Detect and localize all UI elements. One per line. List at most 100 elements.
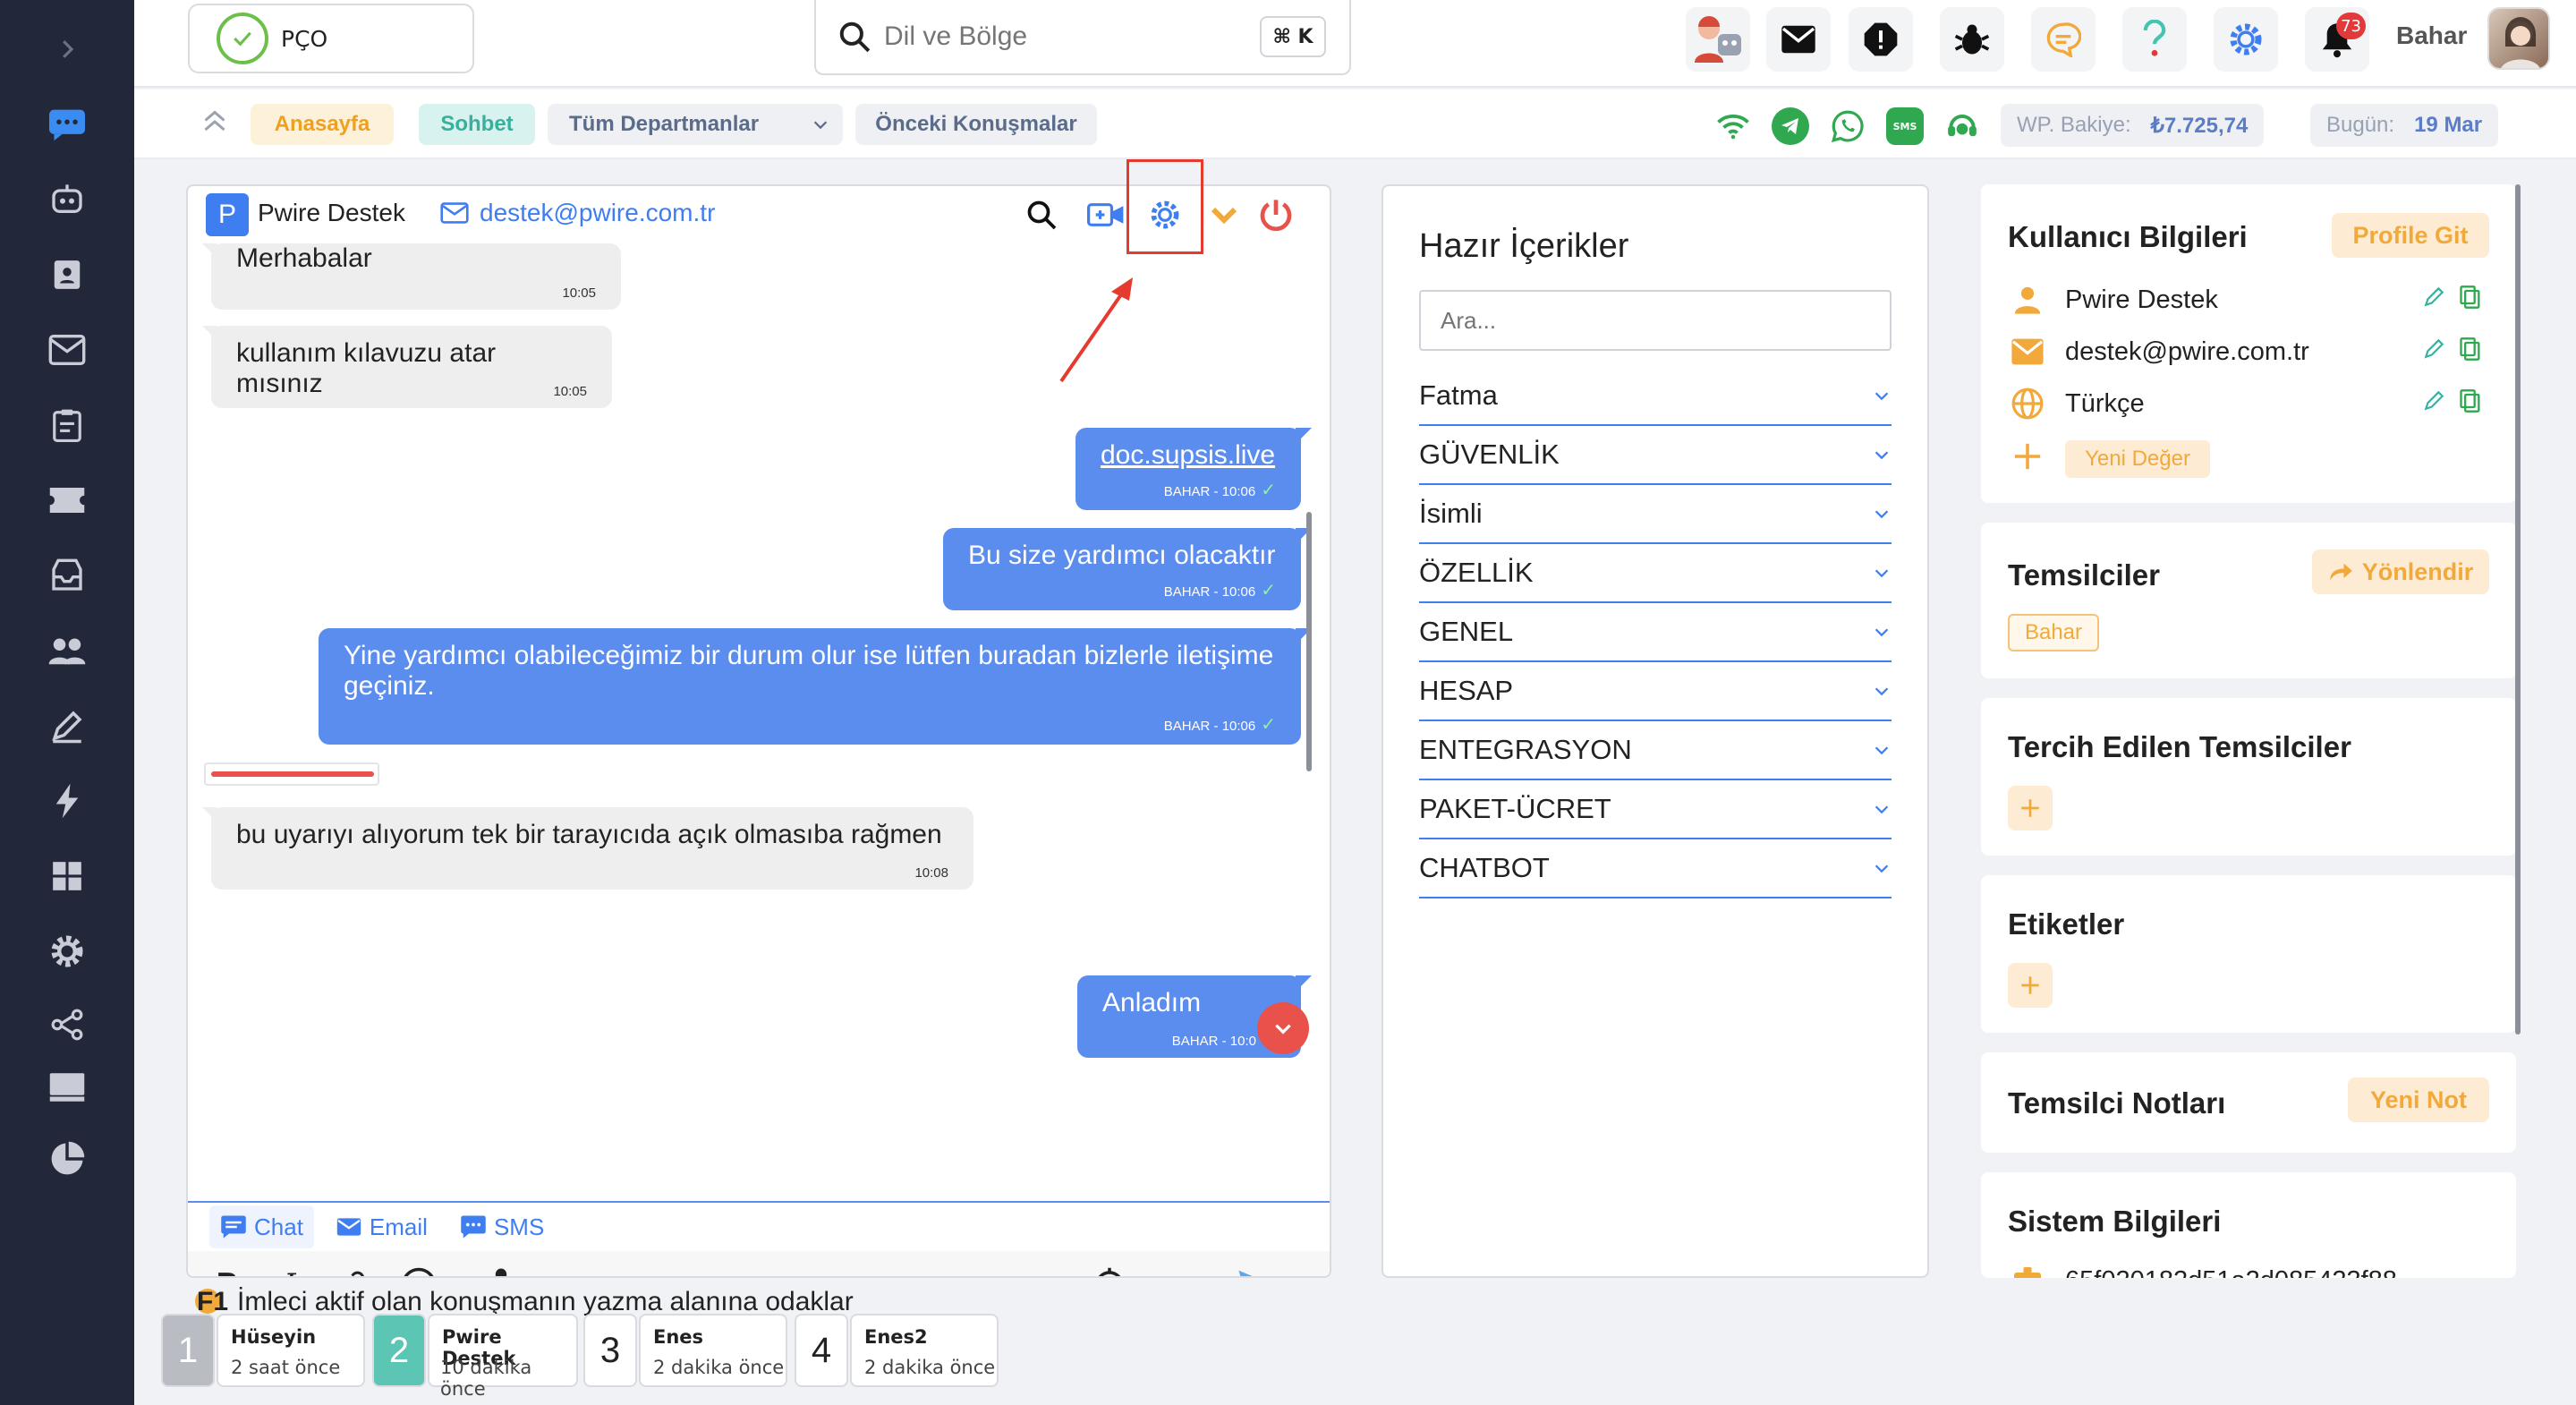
support-agent-icon[interactable] — [1943, 107, 1981, 145]
tab-chat[interactable]: Chat — [209, 1205, 314, 1248]
ticket-icon[interactable] — [45, 478, 89, 523]
link-icon[interactable] — [329, 1264, 372, 1276]
location-icon[interactable] — [1088, 1264, 1131, 1276]
tab-email[interactable]: Email — [325, 1205, 438, 1248]
message-text: Merhabalar — [236, 243, 372, 273]
bug-icon[interactable] — [1940, 7, 2004, 72]
ready-category[interactable]: Fatma — [1419, 367, 1892, 426]
conversation-card[interactable]: Hüseyin 2 saat önce — [217, 1314, 365, 1387]
user-name-row: Pwire Destek — [2008, 277, 2491, 322]
language-search-input[interactable] — [884, 21, 1260, 52]
conversation-number-4[interactable]: 4 — [795, 1314, 848, 1387]
clipboard-icon[interactable] — [45, 403, 89, 447]
department-select[interactable]: Tüm Departmanlar — [548, 104, 843, 145]
feedback-icon[interactable] — [2031, 7, 2096, 72]
ready-category[interactable]: İsimli — [1419, 485, 1892, 544]
user-name[interactable]: Bahar — [2396, 21, 2467, 50]
bold-button[interactable]: B — [206, 1264, 249, 1276]
notification-bell-icon[interactable]: 73 — [2305, 7, 2369, 72]
tab-sms[interactable]: SMS — [449, 1205, 555, 1248]
edit-icon[interactable] — [45, 703, 89, 748]
italic-button[interactable]: I — [268, 1264, 311, 1276]
message-link[interactable]: doc.supsis.live — [1101, 440, 1275, 470]
user-avatar[interactable] — [2487, 7, 2550, 70]
bot-icon[interactable] — [45, 177, 89, 222]
emoji-icon[interactable] — [397, 1264, 440, 1276]
pie-chart-icon[interactable] — [45, 1137, 89, 1181]
agent-bot-icon[interactable] — [1686, 7, 1750, 72]
conversation-card[interactable]: Enes 2 dakika önce — [639, 1314, 787, 1387]
collapse-icon[interactable] — [199, 106, 231, 138]
new-note-button[interactable]: Yeni Not — [2348, 1077, 2489, 1122]
message-text: Anladım — [1102, 988, 1202, 1018]
ready-category[interactable]: CHATBOT — [1419, 839, 1892, 898]
envelope-icon[interactable] — [1766, 7, 1831, 72]
message-list-scrollbar[interactable] — [1306, 512, 1312, 771]
attachment-icon[interactable] — [1156, 1264, 1199, 1276]
redirect-button[interactable]: Yönlendir — [2312, 549, 2489, 594]
ready-category[interactable]: GÜVENLİK — [1419, 426, 1892, 485]
conversation-number-2[interactable]: 2 — [372, 1314, 426, 1387]
message-time: BAHAR - 10:0 — [1171, 1034, 1256, 1049]
mail-icon[interactable] — [45, 328, 89, 372]
tab-sms-label: SMS — [493, 1213, 545, 1240]
contact-email[interactable]: destek@pwire.com.tr — [440, 199, 715, 227]
image-attachment-thumbnail[interactable] — [204, 762, 379, 786]
video-call-icon[interactable] — [1084, 193, 1127, 236]
ready-category[interactable]: ENTEGRASYON — [1419, 721, 1892, 780]
lightning-icon[interactable] — [45, 779, 89, 823]
right-column-scrollbar[interactable] — [2515, 184, 2521, 1035]
add-value-icon[interactable] — [2008, 437, 2047, 476]
agent-chip[interactable]: Bahar — [2008, 614, 2099, 651]
ready-category[interactable]: PAKET-ÜCRET — [1419, 780, 1892, 839]
telegram-icon[interactable] — [1772, 107, 1809, 145]
monitor-icon[interactable] — [45, 1065, 89, 1110]
conversation-card[interactable]: Pwire Destek 10 dakika önce — [428, 1314, 578, 1400]
ready-category[interactable]: GENEL — [1419, 603, 1892, 662]
nav-home[interactable]: Anasayfa — [251, 104, 394, 145]
conversation-number-3[interactable]: 3 — [583, 1314, 637, 1387]
agent-notes-title: Temsilci Notları — [2008, 1086, 2226, 1120]
chevron-down-icon[interactable] — [1203, 193, 1245, 236]
language-search[interactable]: ⌘ K — [814, 0, 1351, 75]
users-icon[interactable] — [45, 628, 89, 673]
message-list[interactable]: Merhabalar 10:05 kullanım kılavuzu atar … — [188, 243, 1317, 1199]
conversation-card[interactable]: Enes2 2 dakika önce — [850, 1314, 999, 1387]
add-tag-button[interactable] — [2008, 963, 2053, 1008]
end-chat-icon[interactable] — [1254, 193, 1297, 236]
status-selector[interactable]: PÇO — [188, 4, 474, 73]
ready-category[interactable]: ÖZELLİK — [1419, 544, 1892, 603]
redirect-arrow-icon — [2330, 563, 2352, 581]
search-messages-icon[interactable] — [1020, 193, 1063, 236]
inbox-icon[interactable] — [45, 553, 89, 598]
message-incoming: kullanım kılavuzu atar mısınız 10:05 — [202, 326, 612, 408]
alert-icon[interactable] — [1849, 7, 1913, 72]
dashboard-icon[interactable] — [45, 854, 89, 898]
help-icon[interactable] — [2122, 7, 2187, 72]
nav-chat[interactable]: Sohbet — [419, 104, 535, 145]
whatsapp-icon[interactable] — [1829, 107, 1866, 145]
scroll-to-bottom-button[interactable] — [1257, 1002, 1309, 1054]
message-outgoing: doc.supsis.live BAHAR - 10:06 ✓ — [1075, 428, 1312, 510]
contacts-icon[interactable] — [45, 252, 89, 297]
ready-category[interactable]: HESAP — [1419, 662, 1892, 721]
expand-sidebar-icon[interactable] — [45, 27, 89, 72]
settings-icon[interactable] — [45, 929, 89, 974]
ready-contents-title: Hazır İçerikler — [1419, 227, 1629, 265]
sms-icon[interactable]: SMS — [1886, 107, 1924, 145]
wifi-icon[interactable] — [1714, 107, 1752, 145]
profile-button[interactable]: Profile Git — [2332, 213, 2489, 258]
ready-contents-search-input[interactable] — [1419, 290, 1892, 351]
send-icon[interactable] — [1235, 1264, 1278, 1276]
copy-icon — [2460, 337, 2480, 361]
conversation-number-1[interactable]: 1 — [161, 1314, 215, 1387]
chat-icon[interactable] — [45, 102, 89, 147]
microphone-icon[interactable] — [480, 1264, 523, 1276]
share-icon[interactable] — [45, 1002, 89, 1047]
new-value-button[interactable]: Yeni Değer — [2065, 440, 2210, 478]
copy-icon — [2460, 285, 2480, 309]
add-preferred-agent-button[interactable] — [2008, 786, 2053, 830]
settings-gear-icon[interactable] — [2214, 7, 2278, 72]
preferred-agents-title: Tercih Edilen Temsilciler — [2008, 730, 2351, 763]
nav-previous-conversations[interactable]: Önceki Konuşmalar — [855, 104, 1097, 145]
